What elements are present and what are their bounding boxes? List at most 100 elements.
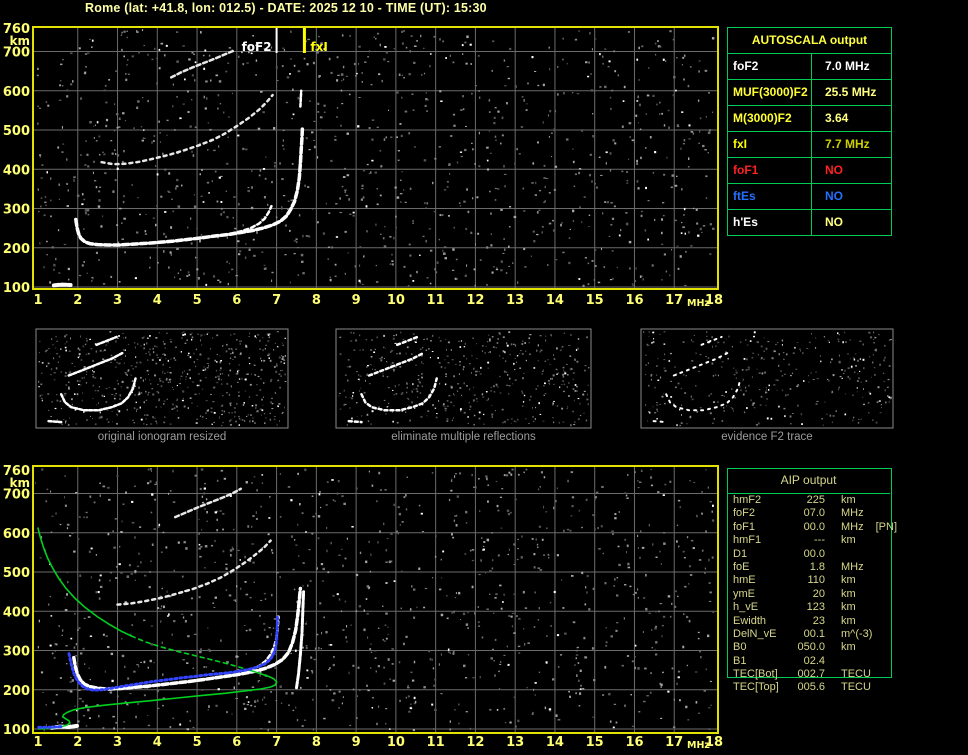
x-tick-label: 1 [33, 735, 42, 750]
x-tick-label: 14 [546, 735, 564, 750]
aip-row-label: h_vE [733, 601, 759, 614]
x-tick-label: 5 [193, 735, 202, 750]
x-tick-label: 12 [466, 735, 484, 750]
aip-row-value: 005.6 [797, 681, 825, 694]
autoscala-row-m3000f2: M(3000)F2 3.64 [728, 105, 891, 131]
aip-row-label: foF2 [733, 507, 756, 520]
aip-row-unit: MHz [PN] [841, 520, 898, 533]
aip-row-unit: TECU [841, 681, 871, 694]
aip-row-unit: km [841, 601, 856, 614]
x-tick-label: 2 [73, 735, 82, 750]
profile-middle-dashed [130, 635, 252, 672]
aip-row-note: [PN] [875, 520, 898, 533]
x-tick-label: 10 [387, 735, 405, 750]
autoscala-table-header: AUTOSCALA output [751, 33, 868, 47]
aip-row-b1: B1 02.4 [727, 655, 892, 668]
aip-row-value: 1.8 [809, 560, 825, 573]
autoscala-row-value: 7.0 MHz [825, 59, 870, 73]
x-tick-label: 13 [506, 293, 524, 308]
autoscala-row-muf3000f2: MUF(3000)F2 25.5 MHz [728, 79, 891, 105]
thumbnail-caption-original: original ionogram resized [97, 431, 227, 443]
x-tick-label: 14 [546, 293, 564, 308]
y-axis-unit-label: km [10, 476, 30, 490]
y-tick-label: 300 [3, 203, 30, 218]
aip-row-label: hmF1 [733, 534, 762, 547]
e-layer-echo [51, 282, 73, 288]
x-tick-label: 7 [272, 293, 281, 308]
x-trace-fragment [299, 89, 303, 108]
aip-row-label: ymE [733, 587, 755, 600]
aip-row-tecbot: TEC[Bot] 002.7 TECU [727, 668, 892, 681]
y-tick-label: 400 [3, 605, 30, 620]
x-tick-label: 15 [586, 735, 604, 750]
aip-row-tectop: TEC[Top] 005.6 TECU [727, 681, 892, 694]
thumbnail-mini-trace [47, 419, 63, 424]
x-tick-label: 16 [625, 735, 643, 750]
x-tick-label: 9 [352, 735, 361, 750]
aip-row-value: 050.0 [797, 641, 825, 654]
bottom-ionogram: 1 2 3 4 5 6 7 8 9 10 11 12 13 14 15 16 17 18MHz7607006005… [3, 464, 723, 751]
scaled-f2-trace-blue [67, 613, 279, 692]
autoscala-row-fof1: foF1 NO [728, 157, 891, 183]
aip-row-unit: km [841, 587, 856, 600]
thumbnail-caption-evidence: evidence F2 trace [721, 431, 813, 443]
fxi-marker-label: fxI [310, 40, 327, 54]
aip-row-value: 02.4 [803, 654, 825, 667]
x-tick-label: 17 [665, 293, 683, 308]
autoscala-row-value: 7.7 MHz [825, 137, 870, 151]
x-tick-label: 5 [193, 293, 202, 308]
aip-row-b0: B0 050.0 km [727, 641, 892, 654]
aip-row-label: D1 [733, 547, 748, 560]
x-tick-label: 10 [387, 293, 405, 308]
aip-row-unit [825, 548, 892, 561]
fof2-marker-label: foF2 [242, 40, 272, 54]
x-tick-label: 3 [113, 293, 122, 308]
y-tick-label: 100 [3, 723, 30, 738]
x-tick-label: 6 [232, 293, 241, 308]
autoscala-row-value: NO [825, 215, 843, 229]
autoscala-row-ftes: ftEs NO [728, 183, 891, 209]
aip-row-value: 123 [806, 601, 825, 614]
aip-row-yme: ymE 20 km [727, 588, 892, 601]
autoscala-row-label: MUF(3000)F2 [728, 80, 812, 105]
y-tick-label: 200 [3, 242, 30, 257]
x-tick-label: 6 [232, 735, 241, 750]
y-tick-label: 500 [3, 124, 30, 139]
aip-row-unit: TECU [841, 668, 871, 681]
y-tick-label: 300 [3, 645, 30, 660]
x-tick-label: 17 [665, 735, 683, 750]
aip-row-value: 00.1 [803, 627, 825, 640]
aip-row-unit: km [841, 614, 856, 627]
autoscala-row-value: 3.64 [825, 111, 849, 125]
noise-dots [36, 29, 715, 288]
thumbnail-border [35, 328, 289, 429]
thumbnail-2 [640, 328, 894, 429]
x-tick-label: 4 [153, 735, 162, 750]
aip-row-value: --- [814, 534, 825, 547]
thumbnail-1 [335, 328, 592, 429]
aip-row-label: foF1 [733, 520, 756, 533]
f2-ordinary-trace [74, 126, 305, 247]
aip-row-unit: km [841, 574, 856, 587]
scaled-e-trace-blue [37, 725, 64, 729]
autoscala-row-label: foF2 [728, 54, 812, 79]
aip-row-label: B0 [733, 641, 747, 654]
aip-row-value: 00.0 [803, 547, 825, 560]
y-tick-label: 200 [3, 684, 30, 699]
aip-row-value: 110 [807, 574, 825, 587]
aip-row-delnve: DelN_vE 00.1 m^(-3) [727, 628, 892, 641]
x-tick-label: 8 [312, 293, 321, 308]
autoscala-row-label: fxI [728, 132, 812, 157]
x-tick-label: 2 [73, 293, 82, 308]
aip-row-value: 23 [812, 614, 825, 627]
aip-row-label: hmF2 [733, 494, 762, 506]
aip-row-value: 07.0 [803, 507, 825, 520]
aip-row-label: B1 [733, 654, 747, 667]
y-tick-label: 100 [3, 281, 30, 296]
f2-ordinary-trace [72, 586, 303, 691]
x-tick-label: 16 [625, 293, 643, 308]
x-tick-label: 1 [33, 293, 42, 308]
upper-arc-trace [169, 49, 235, 79]
aip-row-label: TEC[Top] [733, 681, 779, 694]
thumbnail-caption-eliminate: eliminate multiple reflections [391, 431, 536, 443]
